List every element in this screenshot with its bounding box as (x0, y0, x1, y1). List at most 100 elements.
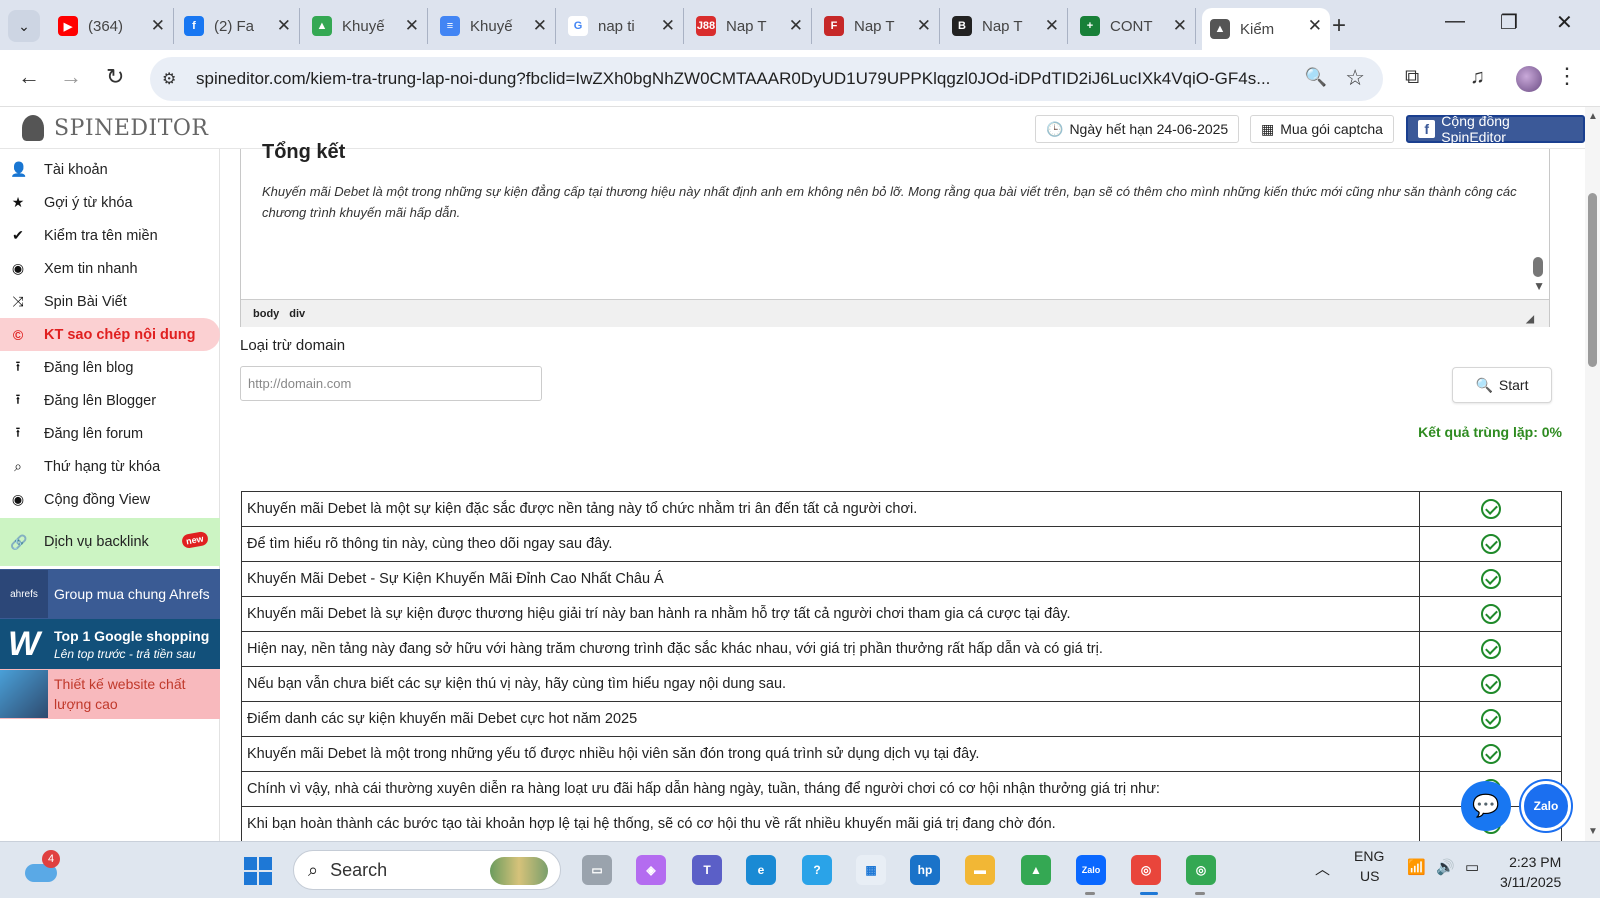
volume-icon[interactable]: 🔊 (1436, 858, 1455, 876)
copilot-icon[interactable]: ◈ (636, 855, 666, 885)
folder-icon[interactable]: ▬ (965, 855, 995, 885)
tab-close-icon[interactable]: ✕ (661, 16, 675, 36)
zalo-chat-button[interactable]: Zalo (1521, 781, 1571, 831)
chrome-icon[interactable]: ◎ (1131, 855, 1161, 885)
tab-8[interactable]: B Nap T ✕ (944, 8, 1068, 44)
zoom-icon[interactable]: 🔍 (1305, 67, 1327, 88)
weather-widget[interactable]: 4 (25, 850, 60, 884)
google-drive-icon[interactable]: ▲ (1021, 855, 1051, 885)
scroll-down-arrow-icon[interactable]: ▼ (1588, 826, 1598, 837)
sidebar-item-9[interactable]: ⭱ Đăng lên forum (0, 417, 220, 450)
sidebar-item-5[interactable]: ⤨ Spin Bài Viết (0, 285, 220, 318)
tab-close-icon[interactable]: ✕ (1045, 16, 1059, 36)
url-text[interactable]: spineditor.com/kiem-tra-trung-lap-noi-du… (196, 69, 1276, 89)
tab-close-icon[interactable]: ✕ (1173, 16, 1187, 36)
sidebar-item-6[interactable]: © KT sao chép nội dung (0, 318, 220, 351)
start-windows-icon[interactable] (244, 857, 272, 885)
content-editor[interactable]: Tổng kết Khuyến mãi Debet là một trong n… (240, 141, 1550, 327)
chrome-profile-icon[interactable]: ◎ (1186, 855, 1216, 885)
tab-2[interactable]: f (2) Fa ✕ (176, 8, 300, 44)
promo-banner-3[interactable]: Thiết kế website chất lượng cao (0, 669, 220, 719)
promo-banner-2[interactable]: W Top 1 Google shopping Lên top trước - tr… (0, 619, 220, 669)
extensions-icon[interactable]: ⧉ (1405, 66, 1419, 89)
minimize-button[interactable]: — (1445, 10, 1465, 33)
teams-icon[interactable]: T (692, 855, 722, 885)
profile-avatar[interactable] (1516, 66, 1542, 92)
tab-1[interactable]: ▶ (364) ✕ (50, 8, 174, 44)
tab-5[interactable]: Gnap ti ✕ (560, 8, 684, 44)
tab-close-icon[interactable]: ✕ (277, 16, 291, 36)
menu-kebab-icon[interactable]: ⋮ (1556, 63, 1578, 89)
reload-button[interactable]: ↻ (106, 64, 124, 90)
result-status (1419, 701, 1562, 737)
google-icon: G (568, 16, 588, 36)
media-control-icon[interactable]: ♫ (1470, 66, 1485, 89)
tab-close-icon[interactable]: ✕ (533, 16, 547, 36)
zalo-icon[interactable]: Zalo (1076, 855, 1106, 885)
help-icon[interactable]: ? (802, 855, 832, 885)
sidebar-item-10[interactable]: ⌕ Thứ hạng từ khóa (0, 450, 220, 483)
new-tab-button[interactable]: + (1332, 12, 1346, 40)
tab-close-icon[interactable]: ✕ (405, 16, 419, 36)
tab-title: Nap T (854, 17, 895, 35)
tab-4[interactable]: ≡ Khuyế ✕ (432, 8, 556, 44)
resize-grip-icon[interactable]: ◢ (1526, 314, 1534, 325)
community-button[interactable]: f Cộng đồng SpinEditor (1406, 113, 1585, 145)
page-scrollbar[interactable]: ▲ ▼ (1585, 107, 1600, 841)
store-icon[interactable]: ▦ (856, 855, 886, 885)
sidebar-item-backlink[interactable]: 🔗 Dịch vụ backlink new (0, 518, 220, 566)
back-button[interactable]: ← (18, 64, 40, 90)
messenger-chat-button[interactable]: 💬 (1461, 781, 1511, 831)
sidebar-item-8[interactable]: ⭱ Đăng lên Blogger (0, 384, 220, 417)
promo-banner-1[interactable]: ahrefs Group mua chung Ahrefs (0, 569, 220, 619)
site-info-icon[interactable]: ⚙ (162, 69, 184, 89)
page-scrollbar-thumb[interactable] (1588, 193, 1597, 367)
path-body[interactable]: body (253, 308, 279, 320)
sidebar-item-7[interactable]: ⭱ Đăng lên blog (0, 351, 220, 384)
sidebar-item-2[interactable]: ★ Gợi ý từ khóa (0, 186, 220, 219)
tab-7[interactable]: F Nap T ✕ (816, 8, 940, 44)
myhp-icon[interactable]: hp (910, 855, 940, 885)
site-logo[interactable]: SPINEDITOR (22, 115, 208, 141)
restore-button[interactable]: ❐ (1500, 10, 1518, 35)
promo-icon (0, 670, 48, 718)
wifi-icon[interactable]: 📶 (1407, 858, 1426, 876)
address-bar[interactable]: ⚙ spineditor.com/kiem-tra-trung-lap-noi-… (150, 57, 1383, 101)
bookmark-star-icon[interactable]: ☆ (1345, 65, 1365, 91)
start-label: Start (1498, 377, 1529, 393)
forward-button[interactable]: → (60, 64, 82, 90)
scroll-up-arrow-icon[interactable]: ▲ (1588, 111, 1598, 122)
sidebar-item-1[interactable]: 👤 Tài khoản (0, 153, 220, 186)
close-window-button[interactable]: ✕ (1556, 10, 1573, 35)
scroll-down-arrow-icon[interactable]: ▼ (1533, 279, 1545, 293)
tab-10[interactable]: ▲ Kiểm ✕ (1202, 8, 1330, 50)
tab-close-icon[interactable]: ✕ (789, 16, 803, 36)
clock[interactable]: 2:23 PM 3/11/2025 (1500, 852, 1561, 892)
tab-close-icon[interactable]: ✕ (151, 16, 165, 36)
battery-icon[interactable]: ▭ (1465, 858, 1479, 876)
tab-close-icon[interactable]: ✕ (917, 16, 931, 36)
expiry-button[interactable]: 🕒 Ngày hết hạn 24-06-2025 (1035, 115, 1240, 143)
exclude-domain-input[interactable] (240, 366, 542, 401)
start-button[interactable]: 🔍 Start (1452, 367, 1552, 403)
messenger-icon: 💬 (1472, 793, 1500, 818)
check-circle-icon (1480, 604, 1501, 624)
tab-close-icon[interactable]: ✕ (1308, 16, 1322, 36)
file-manager-icon[interactable]: ▭ (582, 855, 612, 885)
tab-9[interactable]: + CONT ✕ (1072, 8, 1196, 44)
tab-6[interactable]: J88 Nap T ✕ (688, 8, 812, 44)
tab-search-button[interactable]: ⌄ (8, 10, 40, 42)
sidebar-item-11[interactable]: ◉ Cộng đồng View (0, 483, 220, 516)
edge-icon[interactable]: e (746, 855, 776, 885)
sidebar-item-4[interactable]: ◉ Xem tin nhanh (0, 252, 220, 285)
language-bottom[interactable]: US (1360, 868, 1379, 884)
path-div[interactable]: div (289, 308, 305, 320)
tab-3[interactable]: ▲ Khuyế ✕ (304, 8, 428, 44)
check-circle-icon (1480, 709, 1501, 729)
show-hidden-icons-chevron[interactable]: ︿ (1315, 858, 1330, 879)
buy-captcha-button[interactable]: ▦ Mua gói captcha (1250, 115, 1394, 143)
sidebar-item-3[interactable]: ✔ Kiểm tra tên miền (0, 219, 220, 252)
language-top[interactable]: ENG (1354, 848, 1384, 864)
editor-scrollbar-thumb[interactable] (1533, 257, 1543, 277)
taskbar-search[interactable]: ⌕ Search (293, 850, 561, 890)
